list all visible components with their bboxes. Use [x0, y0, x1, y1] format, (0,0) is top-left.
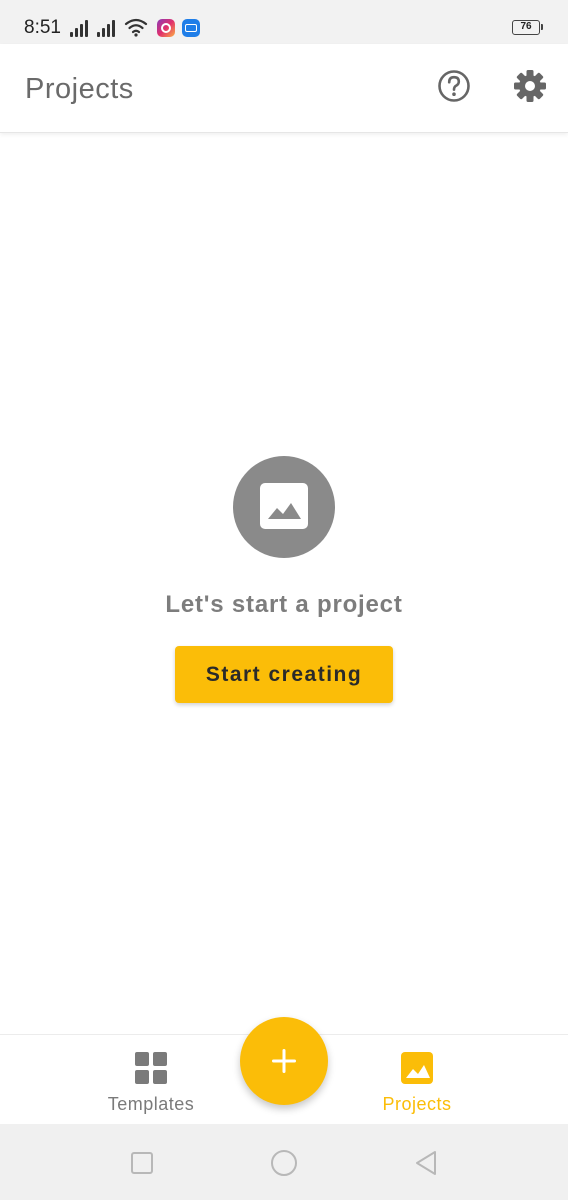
- nav-label-templates: Templates: [107, 1094, 195, 1114]
- status-time: 8:51: [24, 17, 61, 38]
- recents-icon[interactable]: [127, 1148, 157, 1178]
- nav-item-templates[interactable]: Templates: [76, 1035, 226, 1125]
- signal-icon: [70, 19, 94, 37]
- system-navigation-bar: [0, 1124, 568, 1200]
- back-icon[interactable]: [411, 1148, 441, 1178]
- create-fab-button[interactable]: [240, 1017, 328, 1105]
- battery-icon: 76: [512, 20, 543, 35]
- empty-state-illustration: [233, 456, 335, 558]
- image-icon: [401, 1052, 433, 1084]
- settings-icon: [514, 70, 546, 102]
- battery-level: 76: [520, 21, 532, 32]
- nav-item-projects[interactable]: Projects: [342, 1035, 492, 1125]
- help-icon: [438, 70, 470, 102]
- empty-state-title: Let's start a project: [165, 591, 403, 618]
- instagram-icon: [157, 19, 175, 37]
- plus-icon: [272, 1049, 296, 1073]
- mail-app-icon: [182, 19, 200, 37]
- start-creating-button[interactable]: Start creating: [175, 646, 393, 703]
- grid-icon: [135, 1052, 167, 1084]
- signal-icon: [97, 19, 121, 37]
- app-bar: Projects: [0, 44, 568, 133]
- image-icon: [260, 483, 308, 529]
- wifi-icon: [124, 18, 148, 37]
- page-title: Projects: [25, 73, 134, 105]
- status-bar: 8:51 76: [0, 0, 568, 44]
- nav-label-projects: Projects: [382, 1094, 452, 1114]
- home-icon[interactable]: [269, 1148, 299, 1178]
- settings-button[interactable]: [510, 66, 550, 106]
- help-button[interactable]: [434, 66, 474, 106]
